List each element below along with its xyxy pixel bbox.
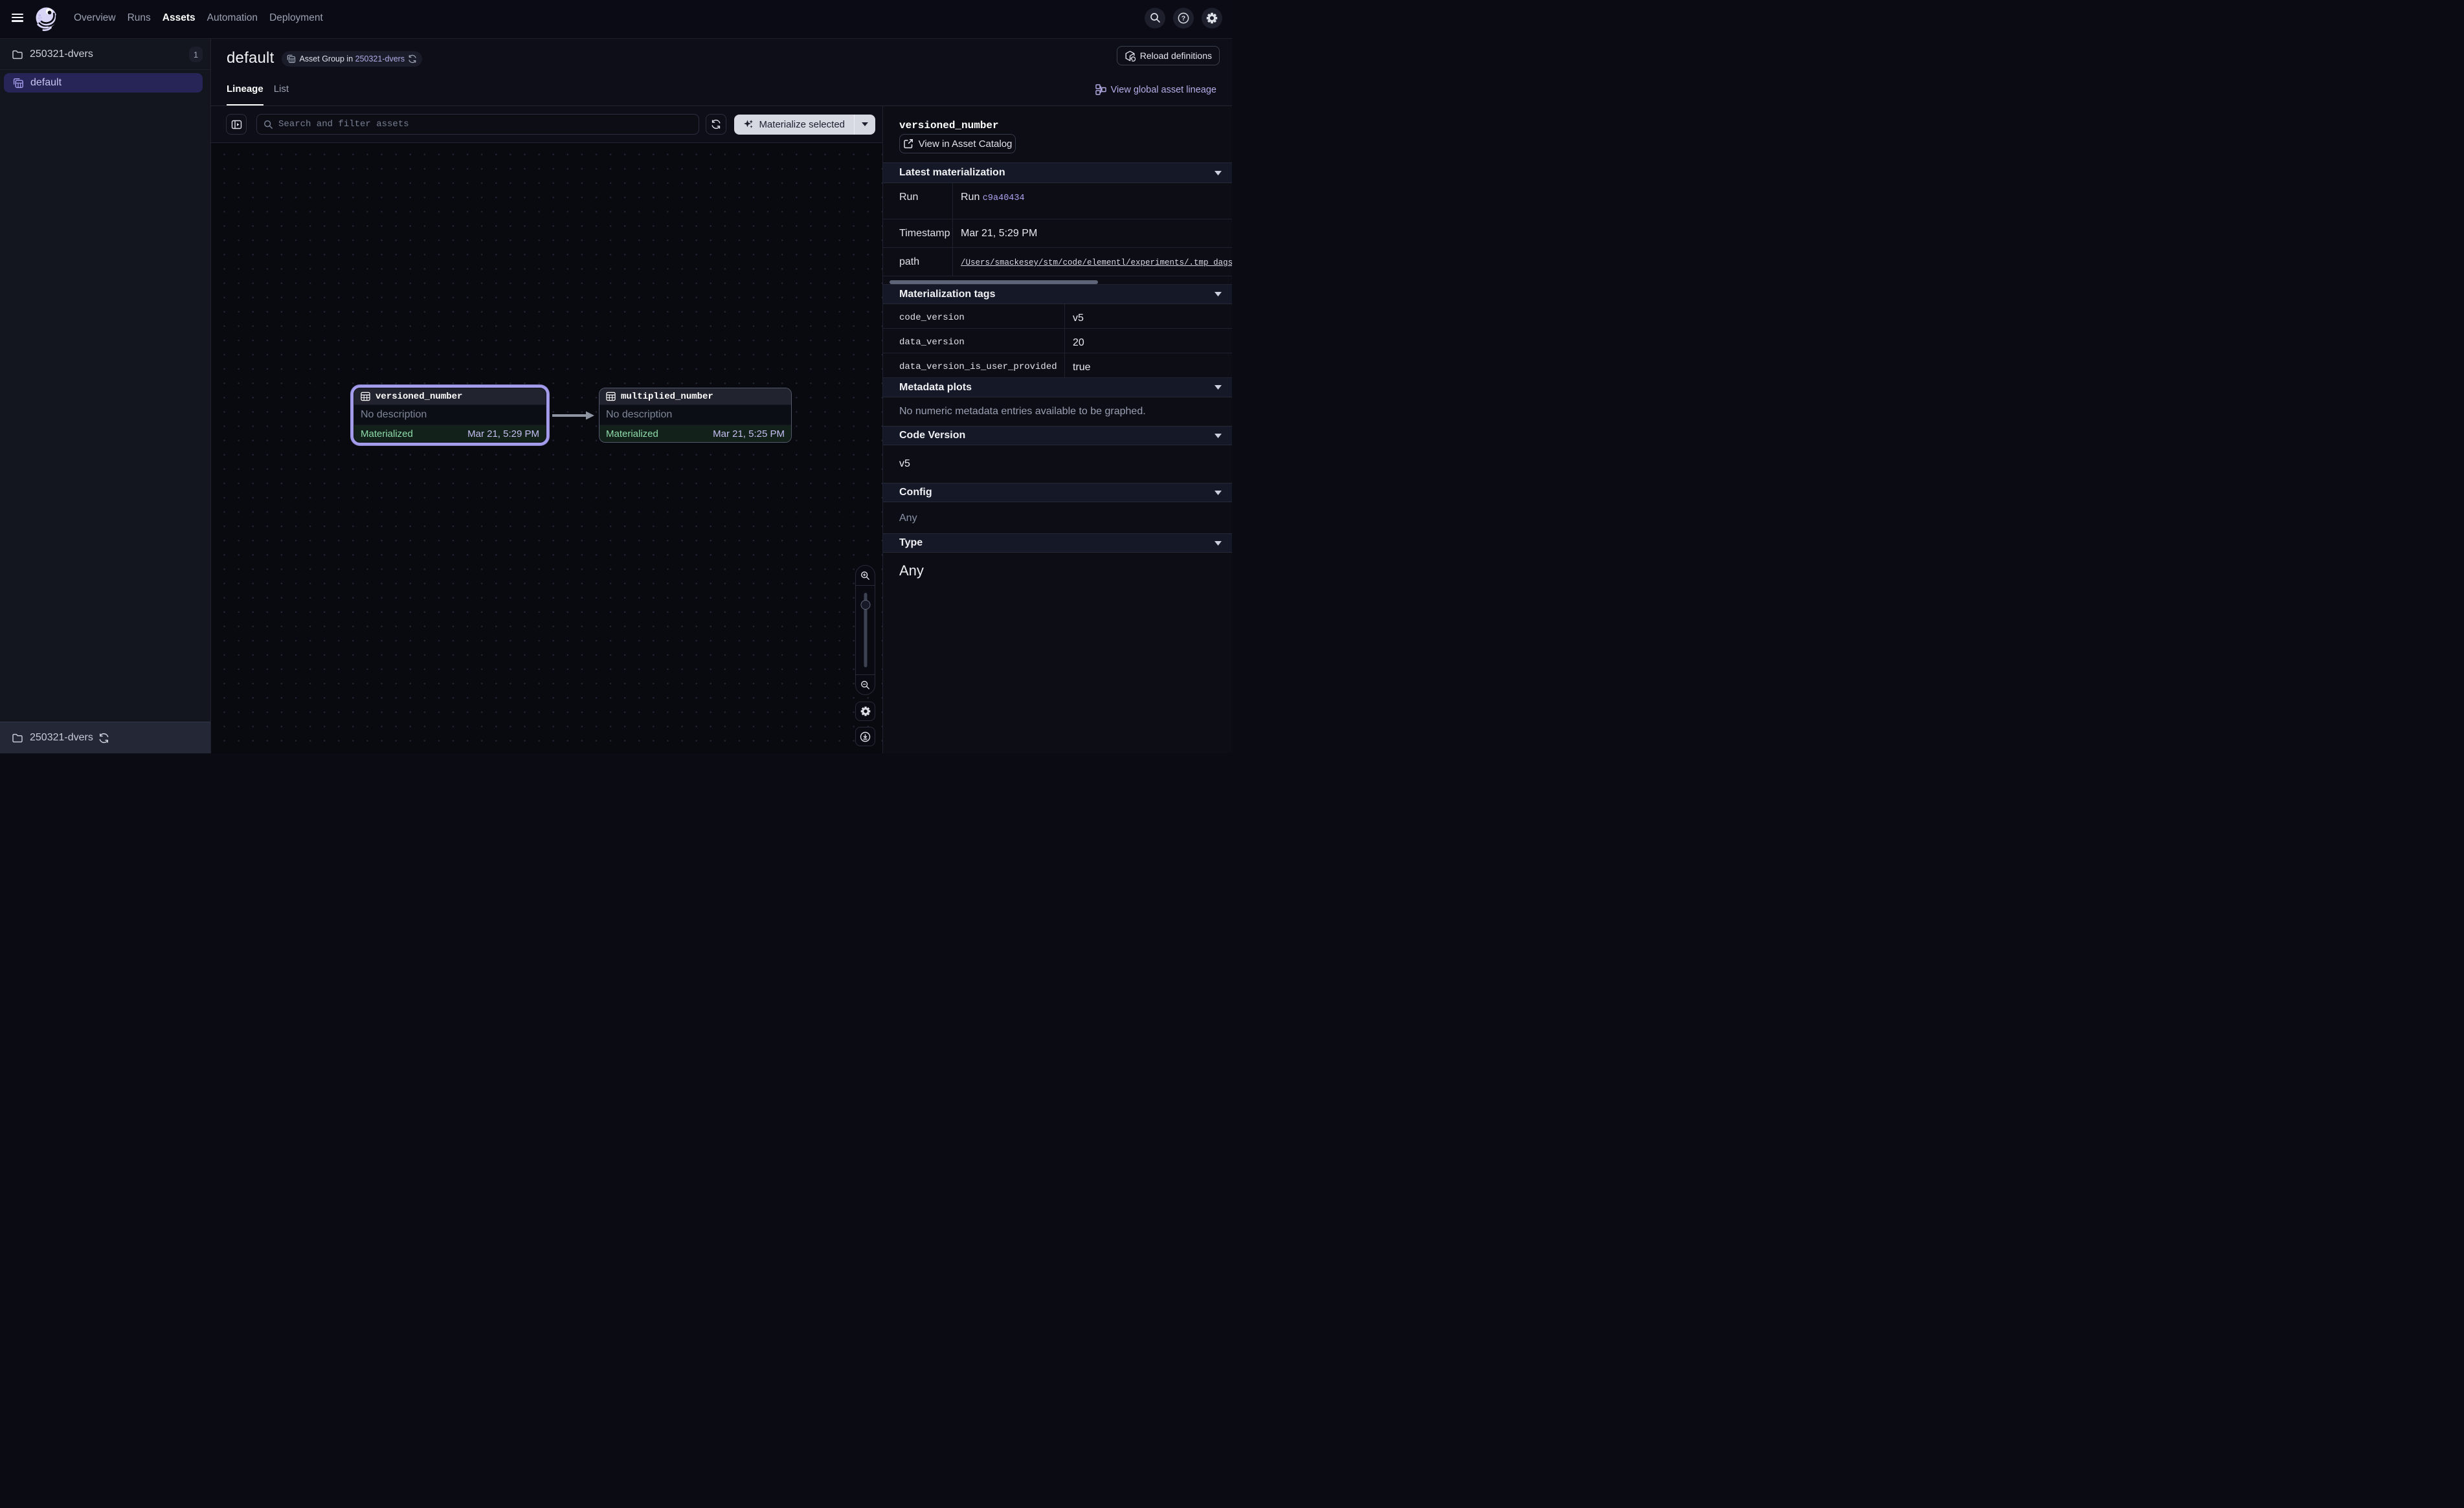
svg-text:?: ? (1182, 14, 1185, 22)
